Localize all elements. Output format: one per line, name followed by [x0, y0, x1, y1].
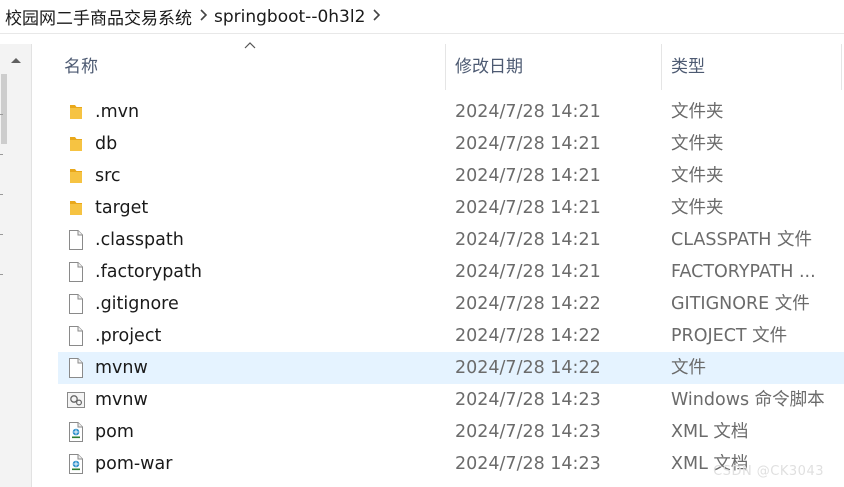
file-name[interactable]: .classpath	[95, 224, 435, 256]
file-type: CLASSPATH 文件	[671, 230, 813, 250]
file-icon	[66, 261, 86, 283]
column-headers: 名称 修改日期 类型	[34, 42, 844, 90]
nav-tick-mark	[0, 154, 3, 155]
nav-tick-mark	[0, 114, 3, 115]
column-header-name[interactable]: 名称	[64, 44, 444, 90]
file-name[interactable]: pom-war	[95, 448, 435, 480]
file-row[interactable]: src 2024/7/28 14:21 文件夹	[58, 160, 844, 192]
file-row[interactable]: .factorypath 2024/7/28 14:21 FACTORYPATH .…	[58, 256, 844, 288]
file-row[interactable]: mvnw 2024/7/28 14:23 Windows 命令脚本	[58, 384, 844, 416]
file-row[interactable]: mvnw 2024/7/28 14:22 文件	[58, 352, 844, 384]
column-divider[interactable]	[445, 44, 446, 90]
file-modified-date: 2024/7/28 14:21	[455, 134, 601, 154]
file-modified-date: 2024/7/28 14:21	[455, 102, 601, 122]
file-type: 文件夹	[671, 198, 724, 218]
file-row[interactable]: .classpath 2024/7/28 14:21 CLASSPATH 文件	[58, 224, 844, 256]
folder-icon	[66, 133, 86, 155]
file-row[interactable]: pom 2024/7/28 14:23 XML 文档	[58, 416, 844, 448]
file-modified-date: 2024/7/28 14:23	[455, 422, 601, 442]
scroll-up-arrow-icon[interactable]	[8, 54, 24, 68]
file-icon	[66, 293, 86, 315]
file-type: XML 文档	[671, 422, 749, 442]
folder-icon	[66, 165, 86, 187]
file-row[interactable]: .mvn 2024/7/28 14:21 文件夹	[58, 96, 844, 128]
file-modified-date: 2024/7/28 14:22	[455, 294, 601, 314]
file-type: 文件	[671, 358, 706, 378]
file-name[interactable]: src	[95, 160, 435, 192]
nav-tick-mark	[0, 274, 3, 275]
file-name[interactable]: target	[95, 192, 435, 224]
file-row[interactable]: target 2024/7/28 14:21 文件夹	[58, 192, 844, 224]
file-row[interactable]: db 2024/7/28 14:21 文件夹	[58, 128, 844, 160]
file-name[interactable]: mvnw	[95, 384, 435, 416]
file-name[interactable]: .factorypath	[95, 256, 435, 288]
xml-icon	[66, 453, 86, 475]
folder-icon	[66, 101, 86, 123]
scrollbar-thumb[interactable]	[1, 74, 7, 144]
breadcrumb-item-parent[interactable]: 校园网二手商品交易系统	[5, 4, 192, 29]
file-icon	[66, 229, 86, 251]
file-modified-date: 2024/7/28 14:21	[455, 230, 601, 250]
file-modified-date: 2024/7/28 14:21	[455, 198, 601, 218]
navigation-pane-scrollbar[interactable]	[0, 44, 32, 487]
file-type: 文件夹	[671, 166, 724, 186]
file-icon	[66, 325, 86, 347]
file-name[interactable]: mvnw	[95, 352, 435, 384]
file-type: Windows 命令脚本	[671, 390, 825, 410]
file-icon	[66, 357, 86, 379]
file-name[interactable]: pom	[95, 416, 435, 448]
file-type: PROJECT 文件	[671, 326, 788, 346]
nav-tick-mark	[0, 194, 3, 195]
file-row[interactable]: .project 2024/7/28 14:22 PROJECT 文件	[58, 320, 844, 352]
xml-icon	[66, 421, 86, 443]
file-type: FACTORYPATH ...	[671, 262, 816, 282]
script-icon	[66, 389, 86, 411]
folder-icon	[66, 197, 86, 219]
file-row[interactable]: .gitignore 2024/7/28 14:22 GITIGNORE 文件	[58, 288, 844, 320]
file-name[interactable]: .project	[95, 320, 435, 352]
file-modified-date: 2024/7/28 14:23	[455, 390, 601, 410]
breadcrumb-item-current[interactable]: springboot--0h3l2	[214, 7, 365, 27]
file-modified-date: 2024/7/28 14:22	[455, 358, 601, 378]
chevron-right-icon[interactable]	[365, 8, 387, 25]
breadcrumb: 校园网二手商品交易系统 springboot--0h3l2	[0, 0, 844, 34]
chevron-right-icon[interactable]	[192, 8, 214, 25]
file-name[interactable]: db	[95, 128, 435, 160]
column-header-type[interactable]: 类型	[671, 44, 841, 90]
file-modified-date: 2024/7/28 14:23	[455, 454, 601, 474]
file-modified-date: 2024/7/28 14:21	[455, 262, 601, 282]
file-modified-date: 2024/7/28 14:21	[455, 166, 601, 186]
file-name[interactable]: .gitignore	[95, 288, 435, 320]
column-divider[interactable]	[841, 44, 842, 90]
file-modified-date: 2024/7/28 14:22	[455, 326, 601, 346]
column-header-date[interactable]: 修改日期	[455, 44, 655, 90]
watermark: CSDN @CK3043	[713, 464, 824, 479]
file-type: 文件夹	[671, 134, 724, 154]
file-type: GITIGNORE 文件	[671, 294, 810, 314]
column-divider[interactable]	[661, 44, 662, 90]
file-name[interactable]: .mvn	[95, 96, 435, 128]
file-type: 文件夹	[671, 102, 724, 122]
nav-tick-mark	[0, 234, 3, 235]
